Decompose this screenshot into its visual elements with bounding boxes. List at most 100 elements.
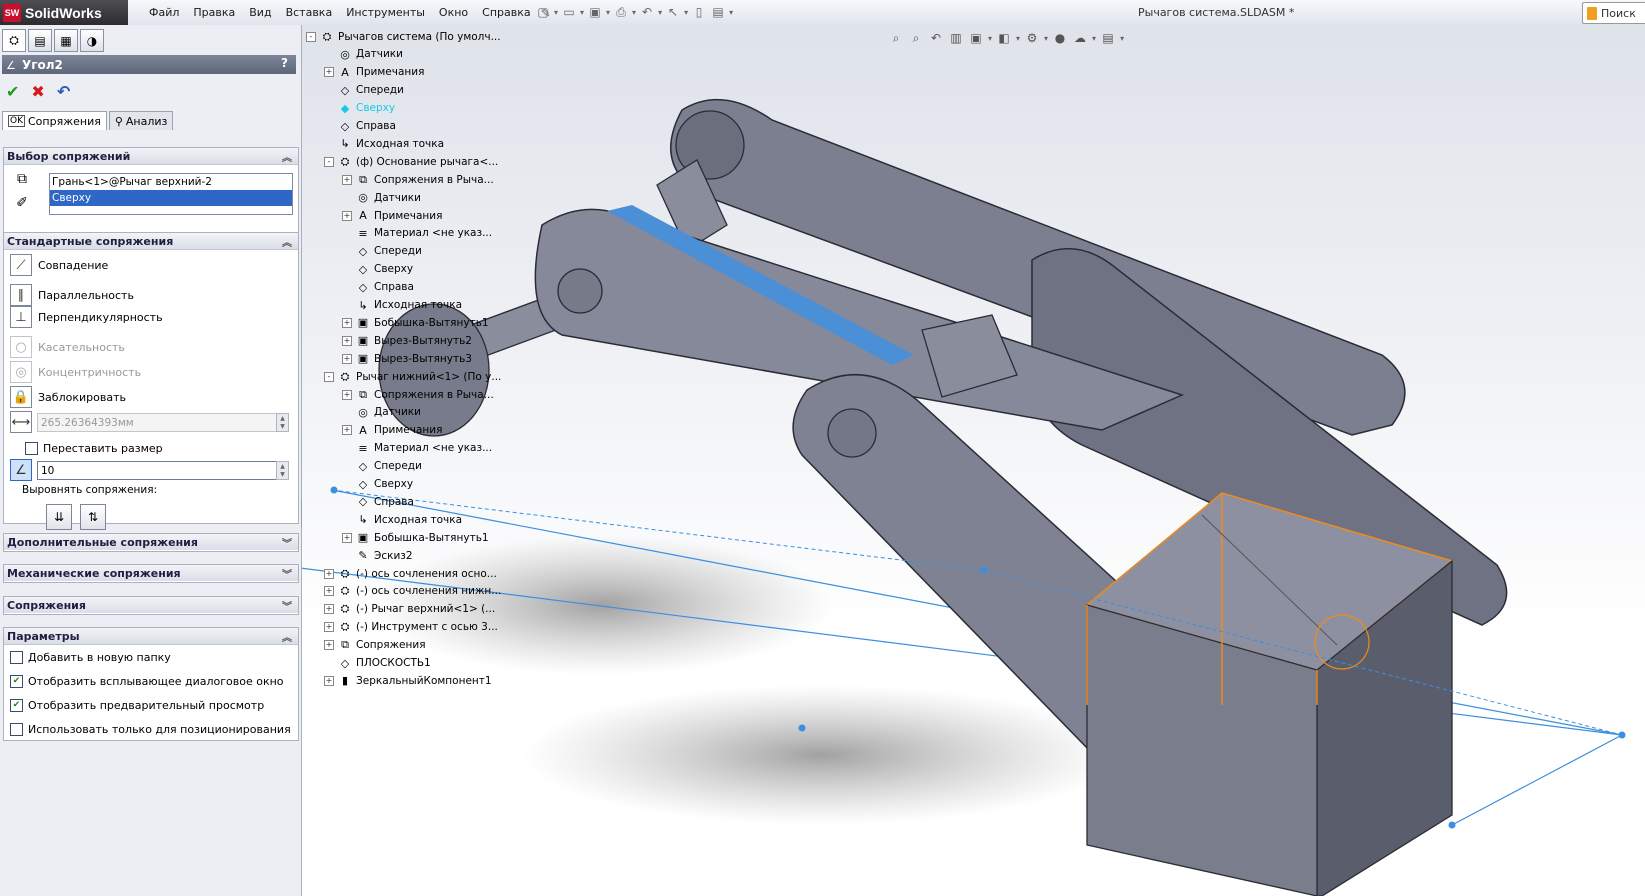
tree-item[interactable]: ◎ Датчики <box>324 46 403 63</box>
tree-item[interactable]: ↳ Исходная точка <box>342 297 462 314</box>
expand-toggle-icon[interactable]: + <box>324 640 334 651</box>
tree-item[interactable]: ◇ Спереди <box>342 458 422 475</box>
display-manager-tab-icon[interactable]: ◑ <box>80 29 104 52</box>
tree-item[interactable]: + ⧉ Сопряжения в Рыча... <box>342 386 494 403</box>
tree-item[interactable]: ✎ Эскиз2 <box>342 547 412 564</box>
tree-item[interactable]: ◆ Сверху <box>324 100 395 117</box>
view-orientation-dropdown-icon[interactable]: ▾ <box>988 34 992 43</box>
tree-item[interactable]: + ⛭ (-) ось сочленения осно... <box>324 565 497 582</box>
tree-item[interactable]: ◇ Сверху <box>342 261 413 278</box>
mate-parallel[interactable]: ∥ Параллельность <box>10 284 134 306</box>
menu-window[interactable]: Окно <box>432 6 475 19</box>
tree-item[interactable]: + ⛭ (-) Рычаг верхний<1> (... <box>324 601 495 618</box>
expand-toggle-icon[interactable]: - <box>324 156 334 167</box>
section-view-icon[interactable]: ▥ <box>948 30 964 46</box>
tree-item[interactable]: ◇ Сверху <box>342 476 413 493</box>
expand-toggle-icon[interactable]: + <box>342 174 352 185</box>
flip-dimension-checkbox[interactable] <box>25 441 38 455</box>
collapse-chevron-icon[interactable]: ︽ <box>282 629 292 644</box>
display-style-dropdown-icon[interactable]: ▾ <box>1016 34 1020 43</box>
tree-item[interactable]: ◇ Справа <box>342 279 414 296</box>
expand-toggle-icon[interactable]: + <box>342 532 352 543</box>
show-preview-checkbox[interactable]: ✔ <box>10 698 23 712</box>
expand-chevron-icon[interactable]: ︾ <box>282 566 292 581</box>
option-add-folder[interactable]: Добавить в новую папку <box>10 649 171 665</box>
plane-handle-point[interactable] <box>798 724 806 732</box>
view-settings-dropdown-icon[interactable]: ▾ <box>1120 34 1124 43</box>
mates-header[interactable]: Сопряжения ︾ <box>4 597 298 613</box>
show-popup-checkbox[interactable]: ✔ <box>10 674 23 688</box>
new-document-icon[interactable]: ▢ <box>535 4 551 20</box>
standard-mates-header[interactable]: Стандартные сопряжения ︽ <box>4 233 298 250</box>
flip-dimension-row[interactable]: Переставить размер <box>25 440 163 456</box>
hide-show-items-icon[interactable]: ⚙ <box>1024 30 1040 46</box>
view-orientation-icon[interactable]: ▣ <box>968 30 984 46</box>
save-icon[interactable]: ▣ <box>587 4 603 20</box>
display-style-icon[interactable]: ◧ <box>996 30 1012 46</box>
tree-item[interactable]: ◎ Датчики <box>342 189 421 206</box>
undo-icon[interactable]: ↶ <box>639 4 655 20</box>
angle-input[interactable]: 10 <box>37 461 278 480</box>
tree-item[interactable]: ↳ Исходная точка <box>342 511 462 528</box>
configuration-manager-tab-icon[interactable]: ▦ <box>54 29 78 52</box>
cancel-x-icon[interactable]: ✖ <box>31 82 44 101</box>
menu-help[interactable]: Справка <box>475 6 537 19</box>
tree-item[interactable]: ≡ Материал <не указ... <box>342 225 492 242</box>
expand-toggle-icon[interactable]: + <box>342 425 352 436</box>
tree-item[interactable]: ◇ ПЛОСКОСТЬ1 <box>324 655 431 672</box>
tree-item[interactable]: - ⛭ (ф) Основание рычага<... <box>324 153 498 170</box>
menu-edit[interactable]: Правка <box>186 6 242 19</box>
tree-item[interactable]: + ⧉ Сопряжения <box>324 637 426 654</box>
list-item[interactable]: Грань<1>@Рычаг верхний-2 <box>50 174 292 190</box>
distance-mate-icon[interactable]: ⟷ <box>10 411 32 433</box>
view-settings-icon[interactable]: ▤ <box>1100 30 1116 46</box>
apply-scene-icon[interactable]: ☁ <box>1072 30 1088 46</box>
expand-toggle-icon[interactable]: + <box>342 353 352 364</box>
expand-toggle-icon[interactable]: + <box>324 675 334 686</box>
angle-mate-button-icon[interactable]: ∠ <box>10 459 32 481</box>
expand-toggle-icon[interactable]: + <box>324 568 334 579</box>
align-anti-aligned-icon[interactable]: ⇅ <box>80 504 106 530</box>
print-icon[interactable]: ⎙ <box>613 4 629 20</box>
expand-toggle-icon[interactable]: - <box>324 371 334 382</box>
open-folder-icon[interactable]: ▭ <box>561 4 577 20</box>
tree-item[interactable]: ◇ Справа <box>342 493 414 510</box>
tree-item[interactable]: + ⛭ (-) Инструмент с осью 3... <box>324 619 498 636</box>
collapse-chevron-icon[interactable]: ︽ <box>282 149 292 164</box>
tree-item[interactable]: ≡ Материал <не указ... <box>342 440 492 457</box>
align-aligned-icon[interactable]: ⇊ <box>46 504 72 530</box>
list-item[interactable]: Сверху <box>50 190 292 206</box>
select-dropdown-icon[interactable]: ▾ <box>684 8 688 17</box>
assembly-model-view[interactable] <box>302 25 1645 896</box>
expand-toggle-icon[interactable]: + <box>324 586 334 597</box>
expand-toggle-icon[interactable]: + <box>324 604 334 615</box>
option-positioning-only[interactable]: Использовать только для позиционирования <box>10 721 291 737</box>
tree-item[interactable]: ◇ Спереди <box>342 243 422 260</box>
tree-item[interactable]: + A Примечания <box>342 422 442 439</box>
mechanical-mates-header[interactable]: Механические сопряжения ︾ <box>4 565 298 581</box>
feature-manager-tab-icon[interactable]: ⛭ <box>2 29 26 52</box>
undo-arrow-icon[interactable]: ↶ <box>57 82 70 101</box>
zoom-area-icon[interactable]: ⌕ <box>908 30 924 46</box>
menu-file[interactable]: Файл <box>142 6 186 19</box>
tree-item[interactable]: ◇ Справа <box>324 118 396 135</box>
mate-lock[interactable]: 🔒 Заблокировать <box>10 386 126 408</box>
rebuild-icon[interactable]: ▯ <box>691 4 707 20</box>
tree-item[interactable]: + A Примечания <box>324 64 424 81</box>
expand-toggle-icon[interactable]: + <box>324 67 334 78</box>
hide-show-dropdown-icon[interactable]: ▾ <box>1044 34 1048 43</box>
edit-appearance-icon[interactable]: ● <box>1052 30 1068 46</box>
help-button[interactable]: ? <box>281 56 288 70</box>
tree-item[interactable]: + ▣ Вырез-Вытянуть2 <box>342 332 472 349</box>
previous-view-icon[interactable]: ↶ <box>928 30 944 46</box>
select-pointer-icon[interactable]: ↖ <box>665 4 681 20</box>
plane-handle-point[interactable] <box>1448 821 1456 829</box>
tab-analysis[interactable]: ⚲ Анализ <box>108 111 174 130</box>
tree-item[interactable]: - ⛭ Рычагов система (По умолч... <box>306 28 501 45</box>
tree-item[interactable]: + ⛭ (-) ось сочленения нижн... <box>324 583 501 600</box>
tree-item[interactable]: + A Примечания <box>342 207 442 224</box>
mate-coincident[interactable]: ⟋ Совпадение <box>10 254 108 276</box>
menu-tools[interactable]: Инструменты <box>339 6 432 19</box>
positioning-only-checkbox[interactable] <box>10 722 23 736</box>
tree-item[interactable]: + ▣ Бобышка-Вытянуть1 <box>342 314 489 331</box>
